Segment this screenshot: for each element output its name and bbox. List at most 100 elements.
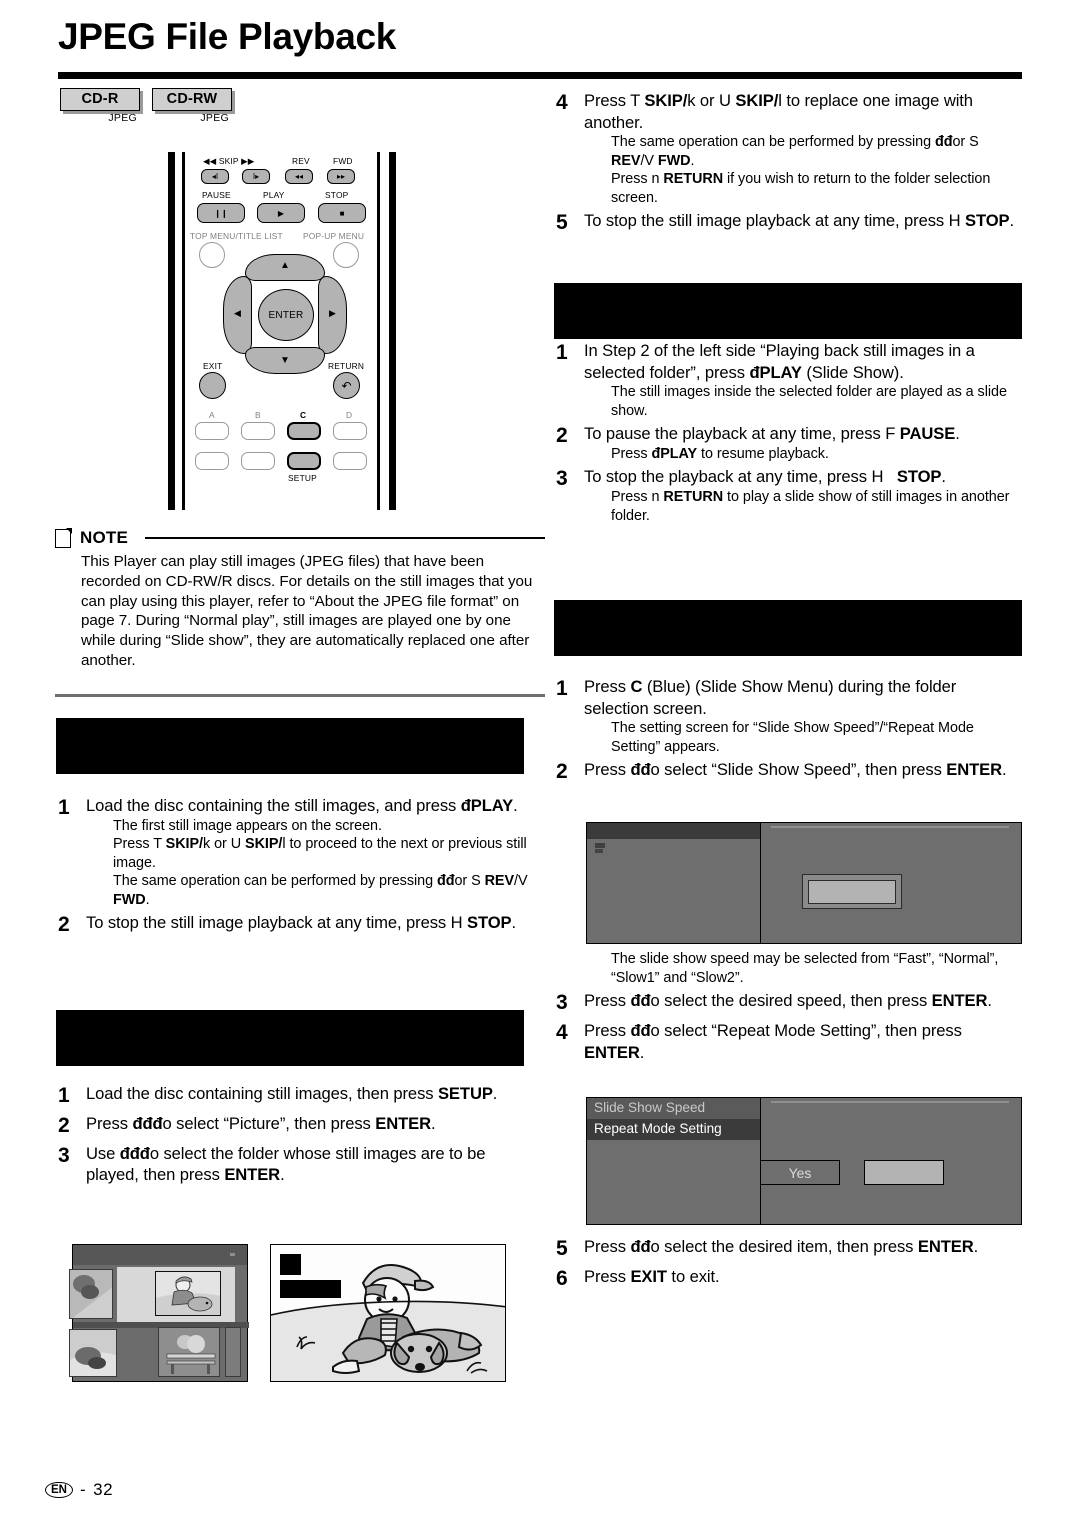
procedure-step: 4 Press đđo select “Repeat Mode Setting”,… [554,1020,1024,1063]
stop-label: STOP [325,190,349,200]
page-footer: EN - 32 [45,1480,113,1500]
step-instruction: Press T SKIP/k or U SKIP/l to replace on… [584,91,973,132]
step-number: 6 [556,1266,568,1290]
thumbnail-item[interactable] [69,1269,113,1319]
color-a-button[interactable] [195,422,229,440]
step-number [554,950,584,987]
dpad-right-button[interactable]: ▶ [318,276,347,354]
note-bottom-divider [55,694,545,697]
procedure-step: 1 Press C (Blue) (Slide Show Menu) during… [554,676,1024,756]
step-number: 1 [556,677,568,700]
thumbnail-item[interactable] [69,1329,117,1377]
skip-prev-button[interactable]: ◂I [201,169,229,184]
right-section-1-heading-bar [554,283,1022,339]
osd2-option-yes[interactable]: Yes [760,1160,840,1185]
note-divider [145,536,545,540]
step-number: 2 [58,1113,70,1137]
dpad-down-button[interactable]: ▼ [245,347,325,374]
step-body: Press đđo select “Repeat Mode Setting”, … [584,1020,1024,1063]
page-number: 32 [93,1480,114,1499]
play-button[interactable]: ▶ [257,203,305,223]
skip-label: SKIP [218,156,239,166]
thumbnail-item[interactable] [225,1327,241,1377]
osd2-menu-item-repeat-mode-setting[interactable]: Repeat Mode Setting [587,1118,760,1140]
color-d-button[interactable] [333,422,367,440]
step-note: Press n RETURN if you wish to return to … [611,171,991,206]
step-instruction: To stop the still image playback at any … [584,211,1015,231]
color-d-label: D [346,410,353,420]
osd1-value-panel [761,823,1021,943]
step-body: Press C (Blue) (Slide Show Menu) during … [584,676,1024,756]
osd1-obscured-row [595,843,605,848]
note-body: This Player can play still images (JPEG … [81,553,533,669]
dpad-up-button[interactable]: ▲ [245,254,325,281]
remote-right-edge [389,152,396,510]
step-body: Use đđđo select the folder whose still i… [86,1143,534,1186]
osd1-value-inner-box[interactable] [808,880,896,904]
dpad: ▲ ◀ ▶ ▼ ENTER [221,254,351,374]
remote-body: ◀◀ SKIP ▶▶ REV FWD ◂I I▸ ◂◂ ▸▸ PAUSE PLA… [182,152,380,510]
dpad-up-icon: ▲ [280,260,290,271]
skip-prev-icon: ◀◀ [203,156,217,166]
step-note: The slide show speed may be selected fro… [611,951,999,986]
step-instruction: Load the disc containing still images, t… [86,1084,498,1103]
setup-button[interactable] [287,452,321,470]
color-c-button[interactable] [287,422,321,440]
procedure-step: 2 To pause the playback at any time, pres… [554,423,1024,463]
stop-button[interactable]: ■ [318,203,366,223]
note-header: NOTE [55,527,545,548]
color-b-button[interactable] [241,422,275,440]
title-divider [58,72,1022,79]
step-body: Press đđo select the desired item, then … [584,1236,1024,1263]
procedure-step: 4 Press T SKIP/k or U SKIP/l to replace o… [554,90,1024,207]
step-body: The slide show speed may be selected fro… [584,950,1024,987]
thumbnail-item-selected[interactable] [155,1271,221,1316]
note-page-icon [55,527,72,548]
disc-badge-label: CD-RW [152,88,232,111]
thumbnail-item[interactable] [158,1327,220,1377]
pause-label: PAUSE [202,190,231,200]
left-section-2-steps: 1 Load the disc containing still images, … [56,1083,534,1189]
preview-redaction-bar [280,1280,341,1298]
bottom-button-2[interactable] [241,452,275,470]
skip-label-group: ◀◀ SKIP ▶▶ [203,156,254,166]
bottom-button-1[interactable] [195,452,229,470]
step-number: 3 [556,467,568,491]
step-number: 3 [58,1143,70,1167]
folder-thumbnail-screen [69,1244,249,1382]
disc-compatibility-badges: CD-R JPEG CD-RW JPEG [60,88,232,124]
step-instruction: Press đđo select the desired item, then … [584,1237,979,1256]
dpad-left-button[interactable]: ◀ [223,276,252,354]
procedure-step: 1 Load the disc containing the still imag… [56,795,534,909]
thumbnail-screen-indicator [230,1253,235,1256]
right-section-2-steps-a: 1 Press C (Blue) (Slide Show Menu) during… [554,676,1024,789]
procedure-step: 1 In Step 2 of the left side “Playing bac… [554,340,1024,420]
fwd-button[interactable]: ▸▸ [327,169,355,184]
rev-button[interactable]: ◂◂ [285,169,313,184]
skip-next-button[interactable]: I▸ [242,169,270,184]
exit-button[interactable] [199,372,226,399]
thumbnail-art [70,1330,116,1376]
procedure-step: 5 Press đđo select the desired item, then… [554,1236,1024,1263]
disc-badge: CD-R JPEG [60,88,140,124]
bottom-button-4[interactable] [333,452,367,470]
preview-redaction-square [280,1254,301,1275]
slide-show-speed-setting-screen[interactable] [586,822,1022,944]
osd2-option-selected[interactable] [864,1160,944,1185]
procedure-step: 3 Press đđo select the desired speed, the… [554,990,1024,1017]
return-button[interactable]: ↶ [333,372,360,399]
enter-button[interactable]: ENTER [258,289,314,341]
pause-button[interactable]: ❙❙ [197,203,245,223]
step-number: 2 [58,913,70,937]
step-note: Press T SKIP/k or U SKIP/l to proceed to… [113,836,527,871]
top-menu-label: TOP MENU/TITLE LIST [190,231,283,241]
osd2-menu-item-slide-show-speed[interactable]: Slide Show Speed [587,1098,760,1119]
step-number: 5 [556,1237,568,1260]
thumbnail-screen-topbar [73,1245,247,1265]
right-section-1-steps: 1 In Step 2 of the left side “Playing bac… [554,340,1024,528]
popup-menu-label: POP-UP MENU [303,231,365,241]
step-instruction: To stop the still image playback at any … [86,913,517,933]
remote-left-edge [168,152,175,510]
repeat-mode-setting-screen[interactable]: Slide Show Speed Repeat Mode Setting Yes [586,1097,1022,1225]
osd2-value-panel: Yes [760,1098,1021,1224]
